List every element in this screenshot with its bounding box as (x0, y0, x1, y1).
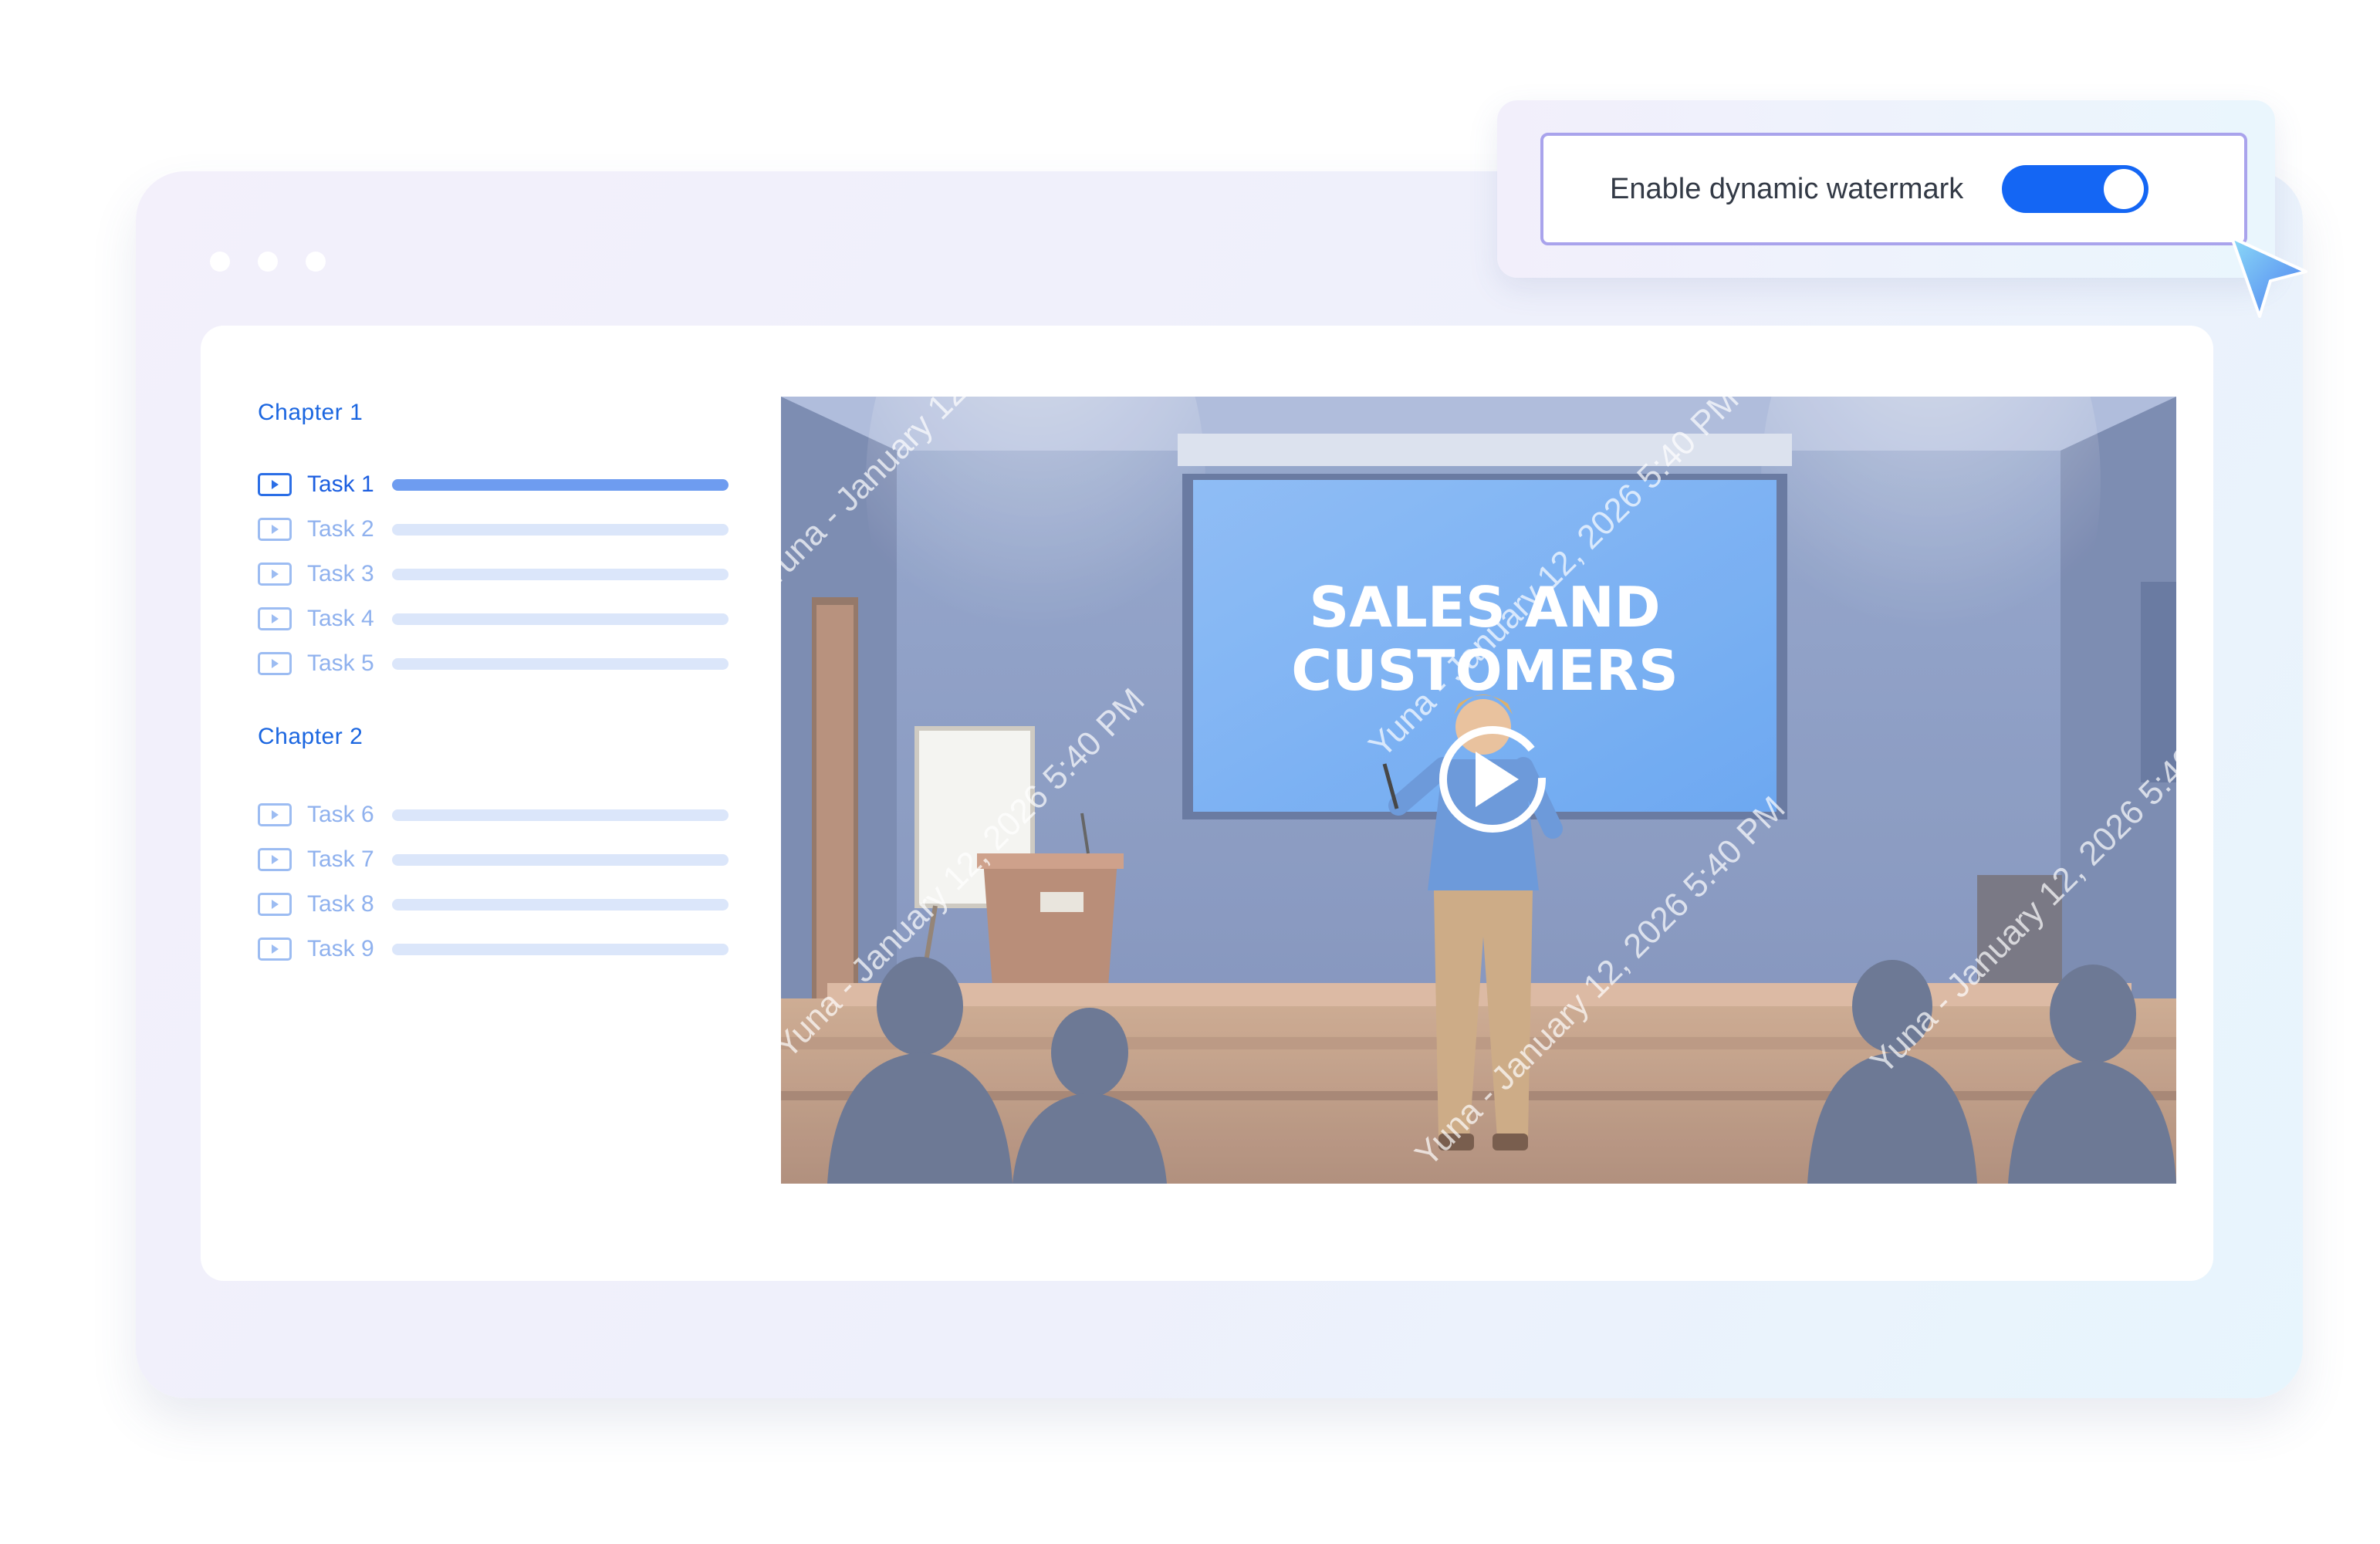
task-item[interactable]: Task 3 (258, 557, 736, 591)
task-progress-bar (392, 523, 729, 536)
task-label: Task 7 (307, 846, 374, 872)
task-label: Task 6 (307, 802, 374, 827)
video-player[interactable]: SALES AND CUSTOMERS Yuna - January 12, Y… (781, 397, 2176, 1184)
task-progress-bar (392, 853, 729, 866)
video-play-icon (258, 563, 292, 586)
chapter-2-title[interactable]: Chapter 2 (258, 724, 363, 750)
task-progress-bar (392, 657, 729, 670)
task-item[interactable]: Task 1 (258, 468, 736, 502)
toggle-knob (2104, 169, 2144, 209)
cursor-icon (2230, 236, 2307, 318)
video-play-icon (258, 652, 292, 675)
task-label: Task 5 (307, 650, 374, 676)
task-item[interactable]: Task 9 (258, 932, 736, 966)
video-play-icon (258, 518, 292, 541)
watermark-settings-popup: Enable dynamic watermark (1497, 100, 2275, 278)
task-progress-bar (392, 898, 729, 911)
task-label: Task 2 (307, 516, 374, 542)
task-item[interactable]: Task 4 (258, 602, 736, 636)
video-play-icon (258, 893, 292, 916)
task-item[interactable]: Task 6 (258, 798, 736, 832)
video-play-icon (258, 848, 292, 871)
task-item[interactable]: Task 8 (258, 887, 736, 921)
video-play-icon (258, 938, 292, 961)
task-progress-bar (392, 478, 729, 491)
watermark-toggle[interactable] (2002, 165, 2148, 213)
task-label: Task 9 (307, 936, 374, 961)
task-label: Task 4 (307, 606, 374, 631)
task-progress-bar (392, 943, 729, 955)
video-play-icon (258, 473, 292, 496)
video-play-icon (258, 607, 292, 630)
task-label: Task 3 (307, 561, 374, 586)
task-progress-bar (392, 613, 729, 625)
task-progress-bar (392, 568, 729, 580)
video-play-icon (258, 803, 292, 826)
task-progress-bar (392, 809, 729, 821)
task-label: Task 8 (307, 891, 374, 917)
course-panel: Chapter 1 Task 1 Task 2 Task 3 Task 4 Ta… (201, 326, 2213, 1281)
video-frame: SALES AND CUSTOMERS Yuna - January 12, Y… (781, 397, 2176, 1184)
task-item[interactable]: Task 2 (258, 512, 736, 546)
watermark-toggle-row[interactable]: Enable dynamic watermark (1540, 133, 2247, 245)
window-dot[interactable] (258, 252, 278, 272)
task-item[interactable]: Task 7 (258, 843, 736, 877)
window-controls (210, 252, 326, 272)
window-dot[interactable] (210, 252, 230, 272)
window-dot[interactable] (306, 252, 326, 272)
app-window: Chapter 1 Task 1 Task 2 Task 3 Task 4 Ta… (136, 171, 2303, 1398)
toggle-label: Enable dynamic watermark (1610, 173, 1964, 205)
task-item[interactable]: Task 5 (258, 647, 736, 681)
task-label: Task 1 (307, 471, 374, 497)
chapter-1-title[interactable]: Chapter 1 (258, 400, 363, 426)
